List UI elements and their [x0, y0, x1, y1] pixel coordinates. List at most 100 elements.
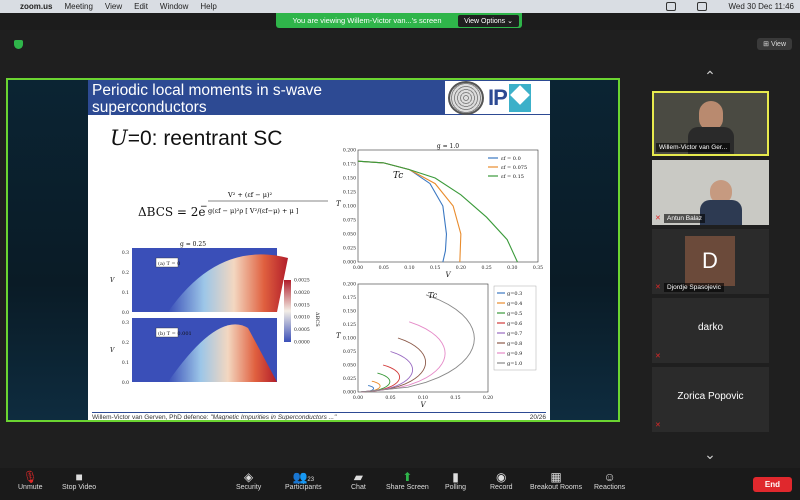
x-tick-label: 0.00 — [353, 395, 363, 401]
ipb-mark-logo — [508, 83, 531, 112]
polling-label: Polling — [445, 484, 467, 491]
polling-button[interactable]: ▮ Polling — [445, 470, 466, 491]
svg-text:g(εf − μ)²ρ [ V²/(εf−μ) + μ ]: g(εf − μ)²ρ [ V²/(εf−μ) + μ ] — [208, 207, 298, 215]
panel-label: (b) T = 0.001 — [158, 330, 192, 337]
slide-header: Periodic local moments in s-wave superco… — [88, 80, 550, 116]
y-tick-label: 0.200 — [343, 282, 356, 288]
x-tick-label: 0.25 — [481, 265, 491, 271]
x-tick-label: 0.30 — [507, 265, 517, 271]
share-screen-icon: ⬆ — [402, 470, 413, 484]
security-button[interactable]: ◈ Security — [236, 470, 261, 491]
muted-mic-icon: ✕ — [655, 215, 661, 222]
shared-screen: Periodic local moments in s-wave superco… — [6, 78, 620, 422]
tc-vs-v-chart: g = 1.0 0.00 0.05 0.10 0.15 0.20 0.25 0.30 0.35 0… — [336, 143, 543, 279]
x-axis-label: V — [445, 271, 451, 279]
panel-label: (a) T = 0 — [158, 260, 180, 267]
menu-help[interactable]: Help — [200, 2, 216, 11]
colorbar-tick: 0.0015 — [294, 302, 310, 308]
x-tick-label: 0.20 — [483, 395, 493, 401]
view-button-label: View — [770, 41, 786, 48]
video-camera-icon: ■ — [75, 470, 83, 484]
footer-talk-title: "Magnetic Impurities in Superconductors … — [210, 414, 337, 421]
unmute-button[interactable]: 🎙 Unmute — [18, 470, 43, 491]
y-tick-label: 0.0 — [122, 310, 129, 316]
y-tick-label: 0.125 — [343, 190, 356, 196]
share-screen-label: Share Screen — [386, 484, 429, 491]
x-tick-label: 0.15 — [450, 395, 460, 401]
colorbar-tick: 0.0010 — [294, 315, 310, 321]
share-screen-button[interactable]: ⬆ Share Screen — [386, 470, 429, 491]
y-tick-label: 0.175 — [343, 295, 356, 301]
unmute-label: Unmute — [18, 484, 43, 491]
scroll-down-arrow-icon[interactable]: ⌄ — [700, 446, 720, 462]
y-tick-label: 0.2 — [122, 270, 129, 276]
y-axis-label: V — [110, 277, 115, 284]
svg-text:V² + (εf − μ)²: V² + (εf − μ)² — [227, 191, 273, 199]
stop-video-button[interactable]: ■ Stop Video — [62, 470, 96, 491]
x-tick-label: 0.15 — [430, 265, 440, 271]
x-tick-label: 0.05 — [379, 265, 389, 271]
participant-tile[interactable]: darko ✕ — [652, 298, 769, 363]
y-tick-label: 0.0 — [122, 380, 129, 386]
y-tick-label: 0.2 — [122, 340, 129, 346]
colorbar — [284, 280, 291, 342]
slide-heading: U=0: reentrant SC — [110, 126, 282, 151]
breakout-rooms-button[interactable]: ▦ Breakout Rooms — [530, 470, 582, 491]
end-meeting-button[interactable]: End — [752, 477, 792, 492]
legend-label: g=0.7 — [507, 331, 522, 337]
view-options-button[interactable]: View Options ⌄ — [458, 14, 519, 27]
clock[interactable]: Wed 30 Dec 11:46 — [728, 2, 794, 11]
scroll-up-arrow-icon[interactable]: ⌃ — [700, 68, 720, 84]
y-tick-label: 0.000 — [343, 390, 356, 396]
gap-heatmap: g = 0.25 (a) T = 0 0.0 0.1 0.2 0.3 V (b) T = 0.… — [110, 241, 320, 386]
tray-icon[interactable] — [666, 2, 677, 11]
y-tick-label: 0.125 — [343, 322, 356, 328]
grid-icon: ▦ — [550, 470, 562, 484]
participants-button[interactable]: 👥23 Participants — [285, 470, 322, 491]
record-button[interactable]: ◉ Record — [490, 470, 513, 491]
y-tick-label: 0.3 — [122, 250, 129, 256]
y-axis-label: T — [336, 332, 342, 340]
ipb-logo: IP — [488, 84, 508, 110]
x-tick-label: 0.35 — [533, 265, 543, 271]
participant-tile[interactable]: ✕ Antun Balaz — [652, 160, 769, 225]
y-tick-label: 0.1 — [122, 290, 129, 296]
legend-label: g=0.4 — [507, 301, 522, 307]
reactions-button[interactable]: ☺ Reactions — [594, 470, 625, 491]
participant-name: Zorica Popovic — [677, 391, 744, 402]
menu-app-name[interactable]: zoom.us — [20, 2, 52, 11]
battery-icon[interactable] — [697, 2, 708, 11]
participant-tile[interactable]: Zorica Popovic ✕ — [652, 367, 769, 432]
bcs-formula: ΔBCS = 2e − V² + (εf − μ)² g(εf − μ)²ρ [… — [138, 187, 338, 227]
participant-tile[interactable]: Willem-Victor van Ger... — [652, 91, 769, 156]
y-tick-label: 0.175 — [343, 162, 356, 168]
svg-text:−: − — [200, 202, 208, 212]
y-tick-label: 0.150 — [343, 309, 356, 315]
legend-label: g=1.0 — [507, 361, 522, 367]
stop-video-label: Stop Video — [62, 484, 97, 491]
y-tick-label: 0.075 — [343, 349, 356, 355]
menu-window[interactable]: Window — [160, 2, 188, 11]
y-tick-label: 0.075 — [343, 218, 356, 224]
y-tick-label: 0.200 — [343, 148, 356, 154]
breakout-rooms-label: Breakout Rooms — [530, 484, 583, 491]
legend-box — [493, 285, 537, 371]
participant-name: darko — [697, 322, 723, 333]
tc-vs-g-chart: 0.00 0.05 0.10 0.15 0.200.0000.0250.0500.075… — [336, 282, 537, 409]
menu-meeting[interactable]: Meeting — [64, 2, 92, 11]
encryption-shield-icon[interactable] — [14, 40, 23, 49]
participant-tile[interactable]: D ✕ Djordje Spasojevic — [652, 229, 769, 294]
legend-label: εf = 0.075 — [501, 165, 527, 171]
view-button[interactable]: ⊞ View — [757, 38, 792, 50]
chat-button[interactable]: ▰ Chat — [351, 470, 366, 491]
muted-mic-icon: ✕ — [655, 353, 661, 360]
mic-off-icon: 🎙 — [22, 470, 38, 484]
slide-title: Periodic local moments in s-wave superco… — [92, 82, 323, 116]
macos-menubar: zoom.us Meeting View Edit Window Help We… — [0, 0, 800, 13]
menu-view[interactable]: View — [105, 2, 122, 11]
slide: Periodic local moments in s-wave superco… — [88, 80, 550, 421]
y-axis-label: T — [336, 200, 342, 208]
slide-heading-prefix: U — [110, 126, 128, 150]
bar-chart-icon: ▮ — [452, 470, 459, 484]
menu-edit[interactable]: Edit — [134, 2, 148, 11]
